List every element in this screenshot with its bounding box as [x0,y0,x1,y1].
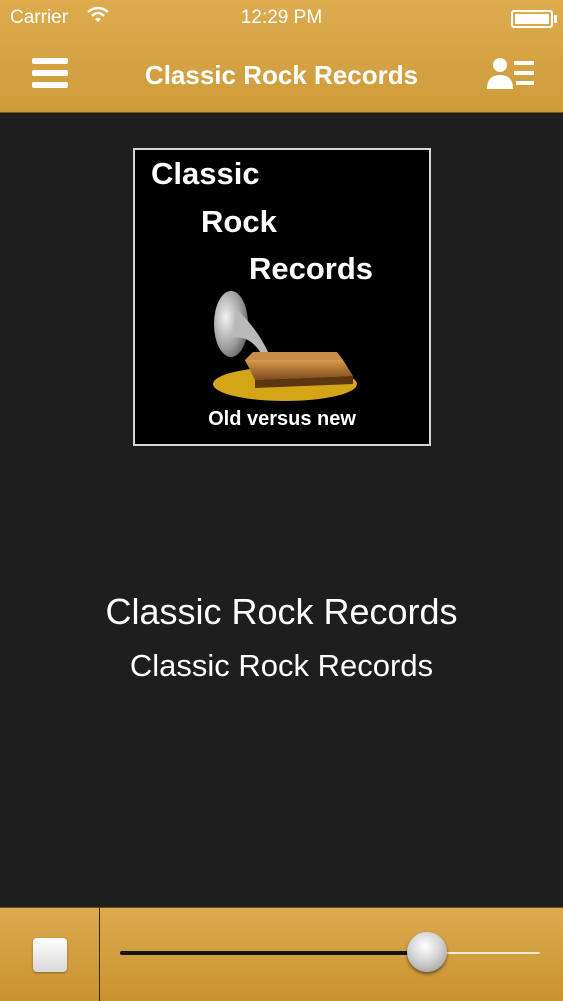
stop-button[interactable] [33,938,67,972]
controls-divider [99,908,100,1001]
track-subtitle: Classic Rock Records [129,648,434,683]
status-bar: Carrier 12:29 PM [0,0,563,36]
player-controls [0,907,563,1001]
cover-line-2: Rock [201,204,277,239]
now-playing-panel: Classic Rock Records Old versus new Clas… [0,113,563,907]
gramophone-icon [213,291,357,401]
cover-tagline: Old versus new [208,408,356,430]
track-title: Classic Rock Records [105,591,458,632]
status-time: 12:29 PM [240,7,323,28]
volume-slider[interactable] [120,932,540,972]
contact-list-icon[interactable] [486,56,536,92]
cover-line-3: Records [249,251,374,286]
cover-line-1: Classic [151,156,260,191]
album-cover: Classic Rock Records Old versus new [133,148,431,446]
page-title: Classic Rock Records [144,60,419,90]
volume-slider-thumb[interactable] [406,932,447,972]
volume-slider-fill [120,951,427,955]
navigation-bar: Carrier 12:29 PM Classic Rock Records [0,0,563,113]
battery-icon [511,10,557,28]
